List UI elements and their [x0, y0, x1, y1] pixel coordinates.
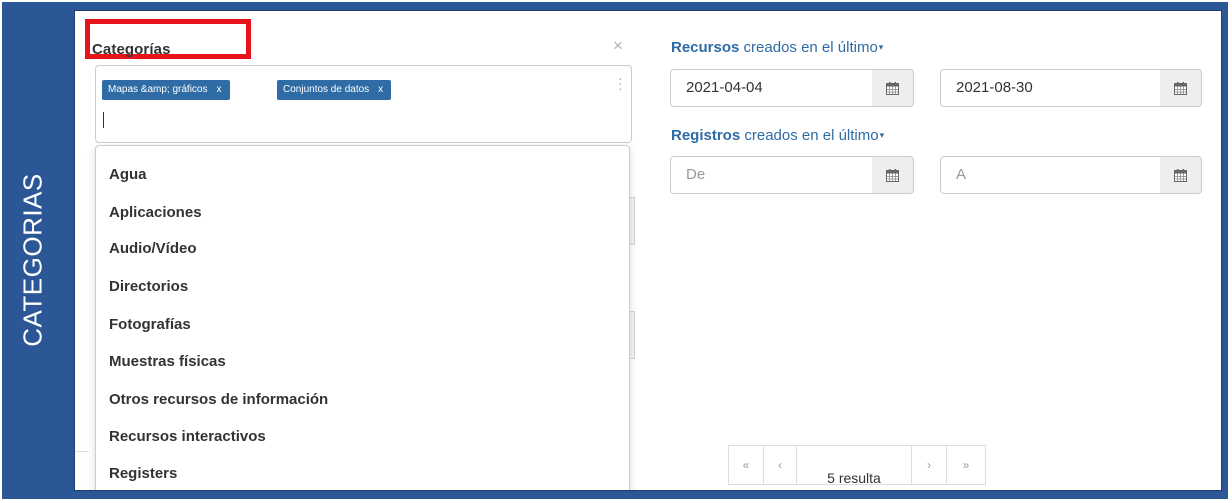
- dropdown-option[interactable]: Registers: [109, 465, 177, 482]
- dropdown-option[interactable]: Agua: [109, 166, 147, 183]
- records-label-rest: creados en el último: [740, 127, 879, 144]
- results-count: 5 resulta: [796, 445, 912, 486]
- dropdown-option[interactable]: Aplicaciones: [109, 204, 202, 221]
- side-tab-label: CATEGORIAS: [17, 173, 48, 347]
- resources-label-rest: creados en el último: [739, 39, 878, 56]
- last-page-button[interactable]: »: [946, 445, 986, 485]
- records-created-dropdown[interactable]: Registros creados en el último▾: [671, 127, 884, 144]
- pagination: « ‹ 5 resulta › »: [728, 445, 986, 486]
- caret-down-icon: ▾: [879, 130, 885, 140]
- categories-title: Categorías: [92, 41, 171, 58]
- records-from-date[interactable]: De: [670, 156, 873, 194]
- calendar-button[interactable]: [1160, 156, 1202, 194]
- calendar-button[interactable]: [872, 69, 914, 107]
- resources-from-date[interactable]: 2021-04-04: [670, 69, 873, 107]
- resources-to-date[interactable]: 2021-08-30: [940, 69, 1161, 107]
- calendar-icon: [886, 168, 899, 182]
- text-cursor: [103, 112, 104, 128]
- next-page-button[interactable]: ›: [911, 445, 947, 485]
- resources-created-dropdown[interactable]: Recursos creados en el último▾: [671, 39, 883, 56]
- tag-remove-icon[interactable]: x: [378, 84, 383, 95]
- calendar-button[interactable]: [1160, 69, 1202, 107]
- outer-frame: CATEGORIAS Categorías × Mapas &amp; gráf…: [2, 2, 1228, 499]
- tag-label: Conjuntos de datos: [283, 84, 370, 95]
- calendar-icon: [1174, 168, 1187, 182]
- resources-label-strong: Recursos: [671, 39, 740, 56]
- records-label-strong: Registros: [671, 127, 741, 144]
- dropdown-option[interactable]: Muestras físicas: [109, 353, 226, 370]
- dropdown-option[interactable]: Fotografías: [109, 316, 191, 333]
- close-icon[interactable]: ×: [613, 36, 623, 56]
- tag-remove-icon[interactable]: x: [217, 84, 222, 95]
- calendar-icon: [886, 81, 899, 95]
- tag-chip: Conjuntos de datos x: [277, 80, 392, 100]
- prev-page-button[interactable]: ‹: [763, 445, 797, 485]
- tag-label: Mapas &amp; gráficos: [108, 84, 208, 95]
- dropdown-option[interactable]: Otros recursos de información: [109, 391, 328, 408]
- dropdown-option[interactable]: Audio/Vídeo: [109, 240, 197, 257]
- calendar-button[interactable]: [872, 156, 914, 194]
- caret-down-icon: ▾: [878, 42, 884, 52]
- dropdown-option[interactable]: Directorios: [109, 278, 188, 295]
- tag-chip: Mapas &amp; gráficos x: [102, 80, 230, 100]
- side-tab: CATEGORIAS: [2, 2, 64, 499]
- filter-panel: Categorías × Mapas &amp; gráficos x Conju…: [74, 10, 1222, 491]
- calendar-icon: [1174, 81, 1187, 95]
- records-to-date[interactable]: A: [940, 156, 1161, 194]
- divider: [75, 451, 89, 452]
- first-page-button[interactable]: «: [728, 445, 764, 485]
- categories-dropdown: Agua Aplicaciones Audio/Vídeo Directorio…: [95, 145, 630, 490]
- categories-tag-input[interactable]: Mapas &amp; gráficos x Conjuntos de datos…: [95, 65, 632, 143]
- kebab-menu-icon[interactable]: · · ·: [618, 71, 623, 95]
- dropdown-option[interactable]: Recursos interactivos: [109, 428, 266, 445]
